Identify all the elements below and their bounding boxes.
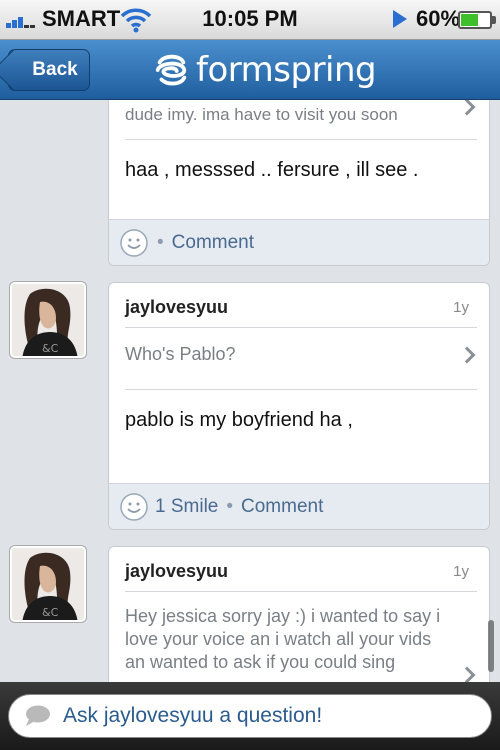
- ask-question-input[interactable]: Ask jaylovesyuu a question!: [8, 694, 492, 738]
- post-actions: 1 Smile • Comment: [109, 483, 489, 529]
- answer-text: haa , messsed .. fersure , ill see .: [125, 159, 419, 181]
- brand-logo: formspring: [152, 48, 377, 92]
- user-photo: &C: [12, 284, 84, 356]
- post-age: 1y: [453, 563, 469, 580]
- user-photo: &C: [12, 548, 84, 620]
- username[interactable]: jaylovesyuu: [125, 561, 228, 582]
- svg-text:&C: &C: [42, 342, 59, 355]
- battery-level-fill: [461, 14, 478, 26]
- post-actions: • Comment: [109, 219, 489, 265]
- battery-percent: 60%: [416, 6, 461, 31]
- separator-dot: •: [226, 495, 234, 517]
- comment-link[interactable]: Comment: [172, 232, 254, 254]
- ask-placeholder: Ask jaylovesyuu a question!: [63, 704, 323, 727]
- chevron-right-icon[interactable]: [458, 100, 476, 116]
- comment-link[interactable]: Comment: [241, 496, 323, 518]
- divider: [125, 139, 477, 140]
- chevron-right-icon[interactable]: [458, 346, 476, 364]
- scroll-indicator: [488, 620, 494, 672]
- question-text[interactable]: dude imy. ima have to visit you soon: [125, 103, 449, 126]
- divider: [125, 591, 477, 592]
- post-age: 1y: [453, 299, 469, 316]
- svg-text:&C: &C: [42, 606, 59, 619]
- separator-dot: •: [157, 231, 164, 253]
- question-text[interactable]: Hey jessica sorry jay :) i wanted to say…: [125, 605, 449, 674]
- play-icon: [393, 10, 407, 28]
- avatar[interactable]: &C: [10, 282, 86, 358]
- feed[interactable]: dude imy. ima have to visit you soon haa…: [0, 100, 500, 682]
- divider: [125, 389, 477, 390]
- answer-text: pablo is my boyfriend ha ,: [125, 409, 353, 431]
- post-card: dude imy. ima have to visit you soon haa…: [108, 100, 490, 266]
- post-card: jaylovesyuu 1y Hey jessica sorry jay :) …: [108, 546, 490, 682]
- navigation-bar: Back formspring: [0, 40, 500, 100]
- back-button-label: Back: [32, 59, 78, 80]
- formspring-logo-icon: [155, 54, 187, 86]
- chevron-right-icon[interactable]: [458, 666, 476, 682]
- back-button[interactable]: Back: [8, 49, 90, 91]
- smile-icon[interactable]: [119, 492, 149, 522]
- battery-icon: [458, 11, 496, 29]
- ask-bar: Ask jaylovesyuu a question!: [0, 682, 500, 750]
- divider: [125, 327, 477, 328]
- username[interactable]: jaylovesyuu: [125, 297, 228, 318]
- avatar[interactable]: &C: [10, 546, 86, 622]
- status-bar: SMART 10:05 PM 60%: [0, 0, 500, 40]
- question-text[interactable]: Who's Pablo?: [125, 343, 449, 366]
- speech-bubble-icon: [26, 705, 50, 726]
- post-card: jaylovesyuu 1y Who's Pablo? pablo is my …: [108, 282, 490, 530]
- smile-count-link[interactable]: 1 Smile: [155, 496, 218, 518]
- smile-icon[interactable]: [119, 228, 149, 258]
- brand-name: formspring: [196, 50, 377, 90]
